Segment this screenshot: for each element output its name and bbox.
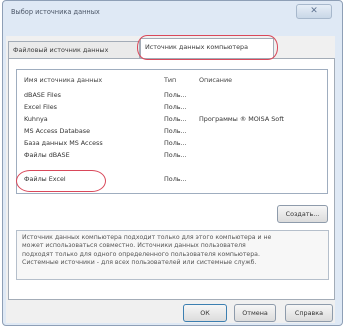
title-bar[interactable]: Выбор источника данных ✕ bbox=[3, 1, 342, 23]
tab-label: Файловый источник данных bbox=[13, 46, 109, 54]
list-item-type: Поль... bbox=[164, 91, 187, 99]
cancel-button[interactable]: Отмена bbox=[234, 304, 276, 322]
close-button[interactable]: ✕ bbox=[296, 4, 332, 19]
list-item-name: dBASE Files bbox=[24, 91, 61, 99]
info-line: Системные источники - для всех пользоват… bbox=[22, 258, 257, 266]
help-button[interactable]: Справка bbox=[285, 304, 333, 322]
info-line: Источник данных компьютера подходит толь… bbox=[22, 234, 272, 241]
list-item-type: Поль... bbox=[164, 127, 187, 135]
list-item-name: Файлы dBASE bbox=[24, 151, 70, 159]
list-item[interactable]: Excel Files Поль... bbox=[24, 103, 304, 112]
list-item[interactable]: Kuhnya Поль... Программы ® MOISA Soft bbox=[24, 115, 304, 124]
list-item-name: Kuhnya bbox=[24, 115, 48, 123]
list-item-name: MS Access Database bbox=[24, 127, 91, 135]
list-item-type: Поль... bbox=[164, 115, 187, 123]
list-item[interactable]: База данных MS Access Поль... bbox=[24, 139, 304, 148]
list-item-name: Excel Files bbox=[24, 103, 57, 111]
column-header-type[interactable]: Тип bbox=[164, 76, 176, 84]
tab-annotation-circle bbox=[137, 35, 278, 60]
close-icon: ✕ bbox=[310, 6, 318, 16]
list-item[interactable]: MS Access Database Поль... bbox=[24, 127, 304, 136]
create-button[interactable]: Создать... bbox=[277, 205, 328, 223]
list-item-description: Программы ® MOISA Soft bbox=[199, 115, 284, 123]
row-annotation-circle bbox=[16, 170, 106, 192]
tab-file-dsn[interactable]: Файловый источник данных bbox=[8, 41, 140, 59]
info-line: может использоваться совместно. Источник… bbox=[22, 242, 246, 250]
column-header-name[interactable]: Имя источника данных bbox=[24, 76, 102, 84]
info-text-box: Источник данных компьютера подходит толь… bbox=[16, 230, 329, 280]
list-item-type: Поль... bbox=[164, 175, 187, 183]
column-header-description[interactable]: Описание bbox=[199, 76, 232, 84]
list-item-type: Поль... bbox=[164, 103, 187, 111]
list-item-name: База данных MS Access bbox=[24, 139, 103, 147]
list-item[interactable]: Файлы dBASE Поль... bbox=[24, 151, 304, 160]
info-line: подходят только для одного определенного… bbox=[22, 250, 260, 258]
list-item-type: Поль... bbox=[164, 151, 187, 159]
ok-button[interactable]: ОК bbox=[183, 304, 227, 322]
list-item-type: Поль... bbox=[164, 139, 187, 147]
window-title: Выбор источника данных bbox=[11, 8, 100, 16]
list-item[interactable]: dBASE Files Поль... bbox=[24, 91, 304, 100]
